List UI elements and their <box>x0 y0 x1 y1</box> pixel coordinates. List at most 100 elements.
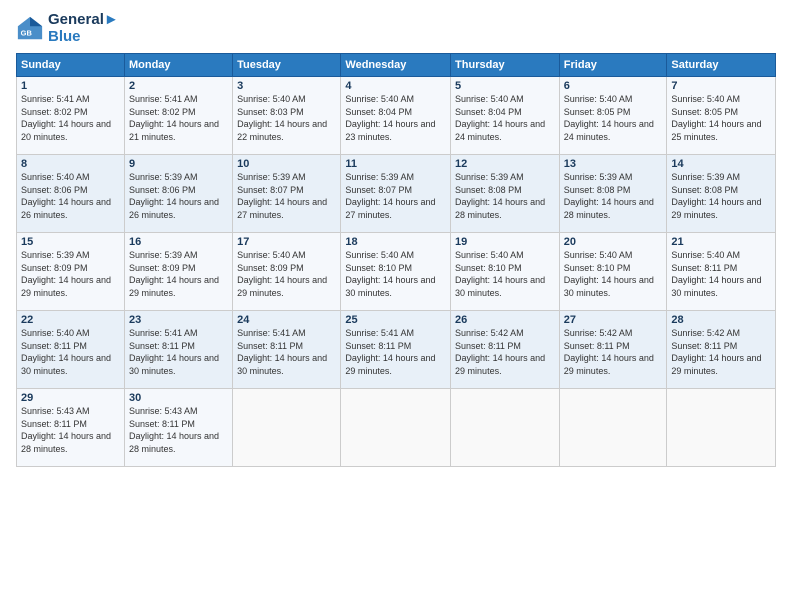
table-row: 26 Sunrise: 5:42 AM Sunset: 8:11 PM Dayl… <box>451 311 560 389</box>
cell-content: Sunrise: 5:41 AM Sunset: 8:02 PM Dayligh… <box>21 93 120 143</box>
day-number: 23 <box>129 314 228 326</box>
day-number: 17 <box>237 236 336 248</box>
table-row <box>559 389 667 467</box>
calendar-header: SundayMondayTuesdayWednesdayThursdayFrid… <box>17 54 776 77</box>
day-number: 7 <box>671 80 771 92</box>
page-header: GB General► Blue <box>16 12 776 45</box>
table-row: 3 Sunrise: 5:40 AM Sunset: 8:03 PM Dayli… <box>233 77 341 155</box>
table-row: 30 Sunrise: 5:43 AM Sunset: 8:11 PM Dayl… <box>124 389 232 467</box>
cell-content: Sunrise: 5:39 AM Sunset: 8:07 PM Dayligh… <box>237 171 336 221</box>
table-row: 16 Sunrise: 5:39 AM Sunset: 8:09 PM Dayl… <box>124 233 232 311</box>
cell-content: Sunrise: 5:40 AM Sunset: 8:04 PM Dayligh… <box>345 93 446 143</box>
table-row: 9 Sunrise: 5:39 AM Sunset: 8:06 PM Dayli… <box>124 155 232 233</box>
cell-content: Sunrise: 5:40 AM Sunset: 8:11 PM Dayligh… <box>671 249 771 299</box>
cell-content: Sunrise: 5:39 AM Sunset: 8:08 PM Dayligh… <box>455 171 555 221</box>
day-number: 29 <box>21 392 120 404</box>
day-number: 11 <box>345 158 446 170</box>
table-row: 5 Sunrise: 5:40 AM Sunset: 8:04 PM Dayli… <box>451 77 560 155</box>
cell-content: Sunrise: 5:41 AM Sunset: 8:11 PM Dayligh… <box>129 327 228 377</box>
cell-content: Sunrise: 5:43 AM Sunset: 8:11 PM Dayligh… <box>21 405 120 455</box>
table-row: 13 Sunrise: 5:39 AM Sunset: 8:08 PM Dayl… <box>559 155 667 233</box>
table-row: 27 Sunrise: 5:42 AM Sunset: 8:11 PM Dayl… <box>559 311 667 389</box>
day-number: 9 <box>129 158 228 170</box>
table-row: 12 Sunrise: 5:39 AM Sunset: 8:08 PM Dayl… <box>451 155 560 233</box>
table-row: 23 Sunrise: 5:41 AM Sunset: 8:11 PM Dayl… <box>124 311 232 389</box>
weekday-header-monday: Monday <box>124 54 232 77</box>
day-number: 13 <box>564 158 663 170</box>
day-number: 22 <box>21 314 120 326</box>
table-row <box>233 389 341 467</box>
table-row: 24 Sunrise: 5:41 AM Sunset: 8:11 PM Dayl… <box>233 311 341 389</box>
day-number: 20 <box>564 236 663 248</box>
cell-content: Sunrise: 5:40 AM Sunset: 8:10 PM Dayligh… <box>345 249 446 299</box>
weekday-header-wednesday: Wednesday <box>341 54 451 77</box>
table-row: 18 Sunrise: 5:40 AM Sunset: 8:10 PM Dayl… <box>341 233 451 311</box>
day-number: 28 <box>671 314 771 326</box>
day-number: 30 <box>129 392 228 404</box>
svg-text:GB: GB <box>21 28 33 37</box>
logo-icon: GB <box>16 15 44 43</box>
day-number: 15 <box>21 236 120 248</box>
cell-content: Sunrise: 5:40 AM Sunset: 8:04 PM Dayligh… <box>455 93 555 143</box>
day-number: 26 <box>455 314 555 326</box>
day-number: 25 <box>345 314 446 326</box>
day-number: 8 <box>21 158 120 170</box>
cell-content: Sunrise: 5:40 AM Sunset: 8:10 PM Dayligh… <box>564 249 663 299</box>
cell-content: Sunrise: 5:40 AM Sunset: 8:05 PM Dayligh… <box>564 93 663 143</box>
table-row <box>451 389 560 467</box>
cell-content: Sunrise: 5:39 AM Sunset: 8:09 PM Dayligh… <box>129 249 228 299</box>
day-number: 18 <box>345 236 446 248</box>
table-row: 14 Sunrise: 5:39 AM Sunset: 8:08 PM Dayl… <box>667 155 776 233</box>
day-number: 3 <box>237 80 336 92</box>
cell-content: Sunrise: 5:41 AM Sunset: 8:11 PM Dayligh… <box>237 327 336 377</box>
weekday-header-friday: Friday <box>559 54 667 77</box>
cell-content: Sunrise: 5:41 AM Sunset: 8:11 PM Dayligh… <box>345 327 446 377</box>
cell-content: Sunrise: 5:40 AM Sunset: 8:05 PM Dayligh… <box>671 93 771 143</box>
day-number: 19 <box>455 236 555 248</box>
day-number: 27 <box>564 314 663 326</box>
day-number: 1 <box>21 80 120 92</box>
day-number: 5 <box>455 80 555 92</box>
day-number: 2 <box>129 80 228 92</box>
table-row: 22 Sunrise: 5:40 AM Sunset: 8:11 PM Dayl… <box>17 311 125 389</box>
cell-content: Sunrise: 5:40 AM Sunset: 8:06 PM Dayligh… <box>21 171 120 221</box>
table-row: 7 Sunrise: 5:40 AM Sunset: 8:05 PM Dayli… <box>667 77 776 155</box>
day-number: 14 <box>671 158 771 170</box>
logo: GB General► Blue <box>16 12 119 45</box>
cell-content: Sunrise: 5:40 AM Sunset: 8:10 PM Dayligh… <box>455 249 555 299</box>
cell-content: Sunrise: 5:39 AM Sunset: 8:07 PM Dayligh… <box>345 171 446 221</box>
table-row: 28 Sunrise: 5:42 AM Sunset: 8:11 PM Dayl… <box>667 311 776 389</box>
day-number: 6 <box>564 80 663 92</box>
table-row: 6 Sunrise: 5:40 AM Sunset: 8:05 PM Dayli… <box>559 77 667 155</box>
cell-content: Sunrise: 5:40 AM Sunset: 8:09 PM Dayligh… <box>237 249 336 299</box>
day-number: 21 <box>671 236 771 248</box>
table-row: 8 Sunrise: 5:40 AM Sunset: 8:06 PM Dayli… <box>17 155 125 233</box>
weekday-header-thursday: Thursday <box>451 54 560 77</box>
day-number: 16 <box>129 236 228 248</box>
day-number: 10 <box>237 158 336 170</box>
day-number: 12 <box>455 158 555 170</box>
table-row: 1 Sunrise: 5:41 AM Sunset: 8:02 PM Dayli… <box>17 77 125 155</box>
table-row: 15 Sunrise: 5:39 AM Sunset: 8:09 PM Dayl… <box>17 233 125 311</box>
table-row: 10 Sunrise: 5:39 AM Sunset: 8:07 PM Dayl… <box>233 155 341 233</box>
table-row <box>341 389 451 467</box>
table-row <box>667 389 776 467</box>
calendar-table: SundayMondayTuesdayWednesdayThursdayFrid… <box>16 53 776 467</box>
table-row: 21 Sunrise: 5:40 AM Sunset: 8:11 PM Dayl… <box>667 233 776 311</box>
table-row: 20 Sunrise: 5:40 AM Sunset: 8:10 PM Dayl… <box>559 233 667 311</box>
table-row: 4 Sunrise: 5:40 AM Sunset: 8:04 PM Dayli… <box>341 77 451 155</box>
cell-content: Sunrise: 5:39 AM Sunset: 8:09 PM Dayligh… <box>21 249 120 299</box>
cell-content: Sunrise: 5:42 AM Sunset: 8:11 PM Dayligh… <box>671 327 771 377</box>
logo-text: General► Blue <box>48 12 119 45</box>
day-number: 4 <box>345 80 446 92</box>
cell-content: Sunrise: 5:42 AM Sunset: 8:11 PM Dayligh… <box>564 327 663 377</box>
table-row: 29 Sunrise: 5:43 AM Sunset: 8:11 PM Dayl… <box>17 389 125 467</box>
cell-content: Sunrise: 5:39 AM Sunset: 8:08 PM Dayligh… <box>671 171 771 221</box>
cell-content: Sunrise: 5:43 AM Sunset: 8:11 PM Dayligh… <box>129 405 228 455</box>
weekday-header-sunday: Sunday <box>17 54 125 77</box>
cell-content: Sunrise: 5:42 AM Sunset: 8:11 PM Dayligh… <box>455 327 555 377</box>
weekday-header-tuesday: Tuesday <box>233 54 341 77</box>
cell-content: Sunrise: 5:40 AM Sunset: 8:11 PM Dayligh… <box>21 327 120 377</box>
table-row: 19 Sunrise: 5:40 AM Sunset: 8:10 PM Dayl… <box>451 233 560 311</box>
cell-content: Sunrise: 5:41 AM Sunset: 8:02 PM Dayligh… <box>129 93 228 143</box>
